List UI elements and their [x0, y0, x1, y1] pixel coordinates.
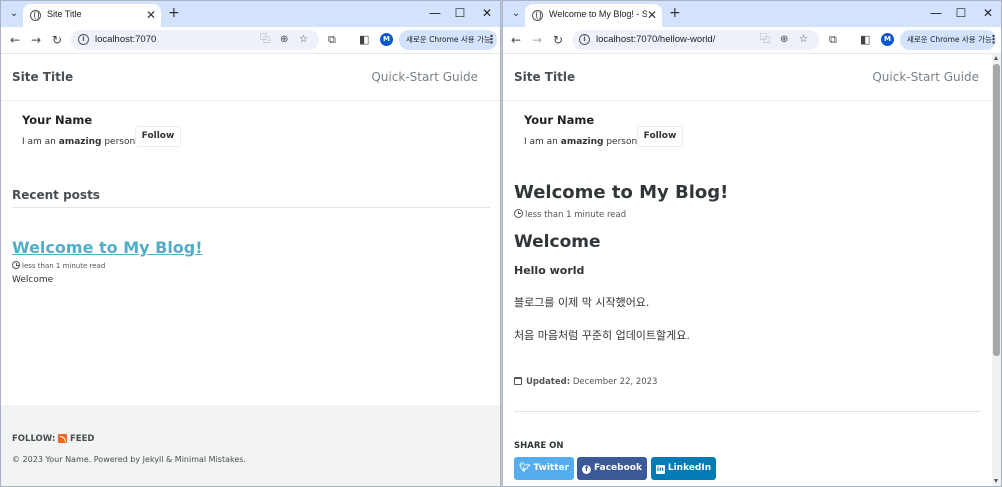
translate-icon[interactable]: ⿻	[260, 33, 270, 47]
bookmark-star-icon[interactable]: ☆	[799, 33, 808, 47]
twitter-icon: 🐦︎	[518, 463, 531, 473]
bookmark-star-icon[interactable]: ☆	[299, 33, 308, 47]
browser-window-left: ⌄ Site Title ✕ + — ☐ ✕ ← → ↻ i localhost…	[0, 0, 501, 487]
share-twitter-button[interactable]: 🐦︎ Twitter	[514, 457, 574, 480]
side-panel-icon[interactable]: ◧	[860, 33, 870, 47]
page-content: Site Title Quick-Start Guide Your Name I…	[1, 53, 500, 486]
url-text: localhost:7070/hellow-world/	[596, 34, 716, 45]
article-title: Welcome to My Blog!	[514, 182, 729, 203]
site-title[interactable]: Site Title	[514, 70, 575, 84]
new-tab-icon[interactable]: +	[669, 5, 681, 21]
site-info-icon[interactable]: i	[78, 34, 89, 45]
translate-icon[interactable]: ⿻	[760, 33, 770, 47]
site-title[interactable]: Site Title	[12, 70, 73, 84]
rss-icon	[58, 434, 67, 443]
tab-close-icon[interactable]: ✕	[146, 7, 156, 23]
new-tab-icon[interactable]: +	[168, 5, 180, 21]
profile-avatar[interactable]: M	[881, 33, 894, 46]
post-excerpt: Welcome	[12, 275, 54, 285]
reload-icon[interactable]: ↻	[553, 32, 563, 48]
page-footer: FOLLOW: FEED © 2023 Your Name. Powered b…	[1, 405, 500, 486]
forward-icon[interactable]: →	[31, 32, 41, 48]
footer-follow-label: FOLLOW:	[12, 434, 56, 444]
site-info-icon[interactable]: i	[579, 34, 590, 45]
browser-tab[interactable]: Site Title ✕	[23, 4, 161, 27]
url-text: localhost:7070	[95, 34, 157, 45]
page-content: Site Title Quick-Start Guide Your Name I…	[503, 53, 1001, 486]
menu-kebab-icon[interactable]: ⋮	[988, 32, 999, 48]
masthead: Site Title Quick-Start Guide	[1, 54, 500, 101]
minimize-icon[interactable]: —	[425, 4, 445, 22]
author-bio: I am an amazing person.	[524, 137, 641, 147]
chrome-update-button[interactable]: 새로운 Chrome 사용 가능	[900, 30, 996, 50]
nav-quick-start-link[interactable]: Quick-Start Guide	[371, 70, 478, 84]
browser-toolbar: ← → ↻ i localhost:7070/hellow-world/ ⿻ ⊕…	[503, 27, 1001, 53]
scroll-down-icon[interactable]	[994, 479, 998, 483]
nav-quick-start-link[interactable]: Quick-Start Guide	[872, 70, 979, 84]
article-paragraph-2: 처음 마음처럼 꾸준히 업데이트할게요.	[514, 329, 690, 342]
extensions-icon[interactable]: ⧉	[829, 33, 837, 47]
extensions-icon[interactable]: ⧉	[328, 33, 336, 47]
author-name: Your Name	[22, 113, 93, 127]
recent-posts-heading: Recent posts	[12, 188, 100, 202]
divider	[514, 411, 981, 412]
updated-date: Updated: December 22, 2023	[514, 377, 657, 387]
zoom-icon[interactable]: ⊕	[280, 33, 288, 47]
address-bar[interactable]: i localhost:7070 ⿻ ⊕ ☆	[71, 30, 319, 50]
copyright-text: © 2023 Your Name. Powered by Jekyll & Mi…	[12, 455, 246, 464]
address-bar[interactable]: i localhost:7070/hellow-world/ ⿻ ⊕ ☆	[572, 30, 819, 50]
share-linkedin-button[interactable]: in LinkedIn	[651, 457, 716, 480]
article-subheading: Hello world	[514, 264, 585, 277]
facebook-icon: f	[582, 465, 592, 474]
tab-search-icon[interactable]: ⌄	[507, 5, 525, 23]
clock-icon	[12, 261, 20, 269]
back-icon[interactable]: ←	[10, 32, 20, 48]
tab-search-icon[interactable]: ⌄	[5, 5, 23, 23]
tab-strip: ⌄ Site Title ✕ + — ☐ ✕	[1, 1, 500, 27]
tab-strip: ⌄ Welcome to My Blog! - Site Title ✕ + —…	[503, 1, 1001, 27]
author-bio: I am an amazing person.	[22, 137, 139, 147]
minimize-icon[interactable]: —	[926, 4, 946, 22]
clock-icon	[514, 209, 523, 218]
globe-icon	[30, 10, 41, 21]
maximize-icon[interactable]: ☐	[951, 4, 971, 22]
globe-icon	[532, 10, 543, 21]
scrollbar-thumb[interactable]	[993, 64, 1000, 356]
reload-icon[interactable]: ↻	[52, 32, 62, 48]
browser-window-right: ⌄ Welcome to My Blog! - Site Title ✕ + —…	[502, 0, 1002, 487]
scroll-up-icon[interactable]	[994, 56, 998, 60]
feed-link[interactable]: FEED	[70, 434, 94, 444]
forward-icon[interactable]: →	[532, 32, 542, 48]
back-icon[interactable]: ←	[511, 32, 521, 48]
follow-button[interactable]: Follow	[135, 126, 181, 147]
tab-title: Site Title	[47, 9, 82, 19]
maximize-icon[interactable]: ☐	[450, 4, 470, 22]
browser-tab[interactable]: Welcome to My Blog! - Site Title ✕	[525, 4, 662, 27]
close-window-icon[interactable]: ✕	[978, 4, 998, 22]
article-heading: Welcome	[514, 232, 601, 252]
author-name: Your Name	[524, 113, 595, 127]
article-meta: less than 1 minute read	[514, 209, 626, 220]
tab-title: Welcome to My Blog! - Site Title	[549, 9, 647, 19]
menu-kebab-icon[interactable]: ⋮	[486, 32, 497, 48]
follow-button[interactable]: Follow	[637, 126, 683, 147]
post-title-link[interactable]: Welcome to My Blog!	[12, 238, 203, 257]
divider	[12, 207, 490, 208]
browser-toolbar: ← → ↻ i localhost:7070 ⿻ ⊕ ☆ ⧉ ◧ M 새로운 C…	[1, 27, 500, 53]
profile-avatar[interactable]: M	[380, 33, 393, 46]
scrollbar[interactable]	[992, 54, 1001, 486]
side-panel-icon[interactable]: ◧	[359, 33, 369, 47]
share-heading: SHARE ON	[514, 441, 564, 451]
article-paragraph-1: 블로그를 이제 막 시작했어요.	[514, 296, 650, 309]
masthead: Site Title Quick-Start Guide	[503, 54, 992, 101]
zoom-icon[interactable]: ⊕	[780, 33, 788, 47]
post-meta: less than 1 minute read	[12, 261, 105, 270]
share-facebook-button[interactable]: f Facebook	[577, 457, 647, 480]
chrome-update-button[interactable]: 새로운 Chrome 사용 가능	[399, 30, 497, 50]
linkedin-icon: in	[655, 465, 665, 474]
calendar-icon	[514, 377, 522, 385]
close-window-icon[interactable]: ✕	[477, 4, 497, 22]
tab-close-icon[interactable]: ✕	[647, 7, 657, 23]
